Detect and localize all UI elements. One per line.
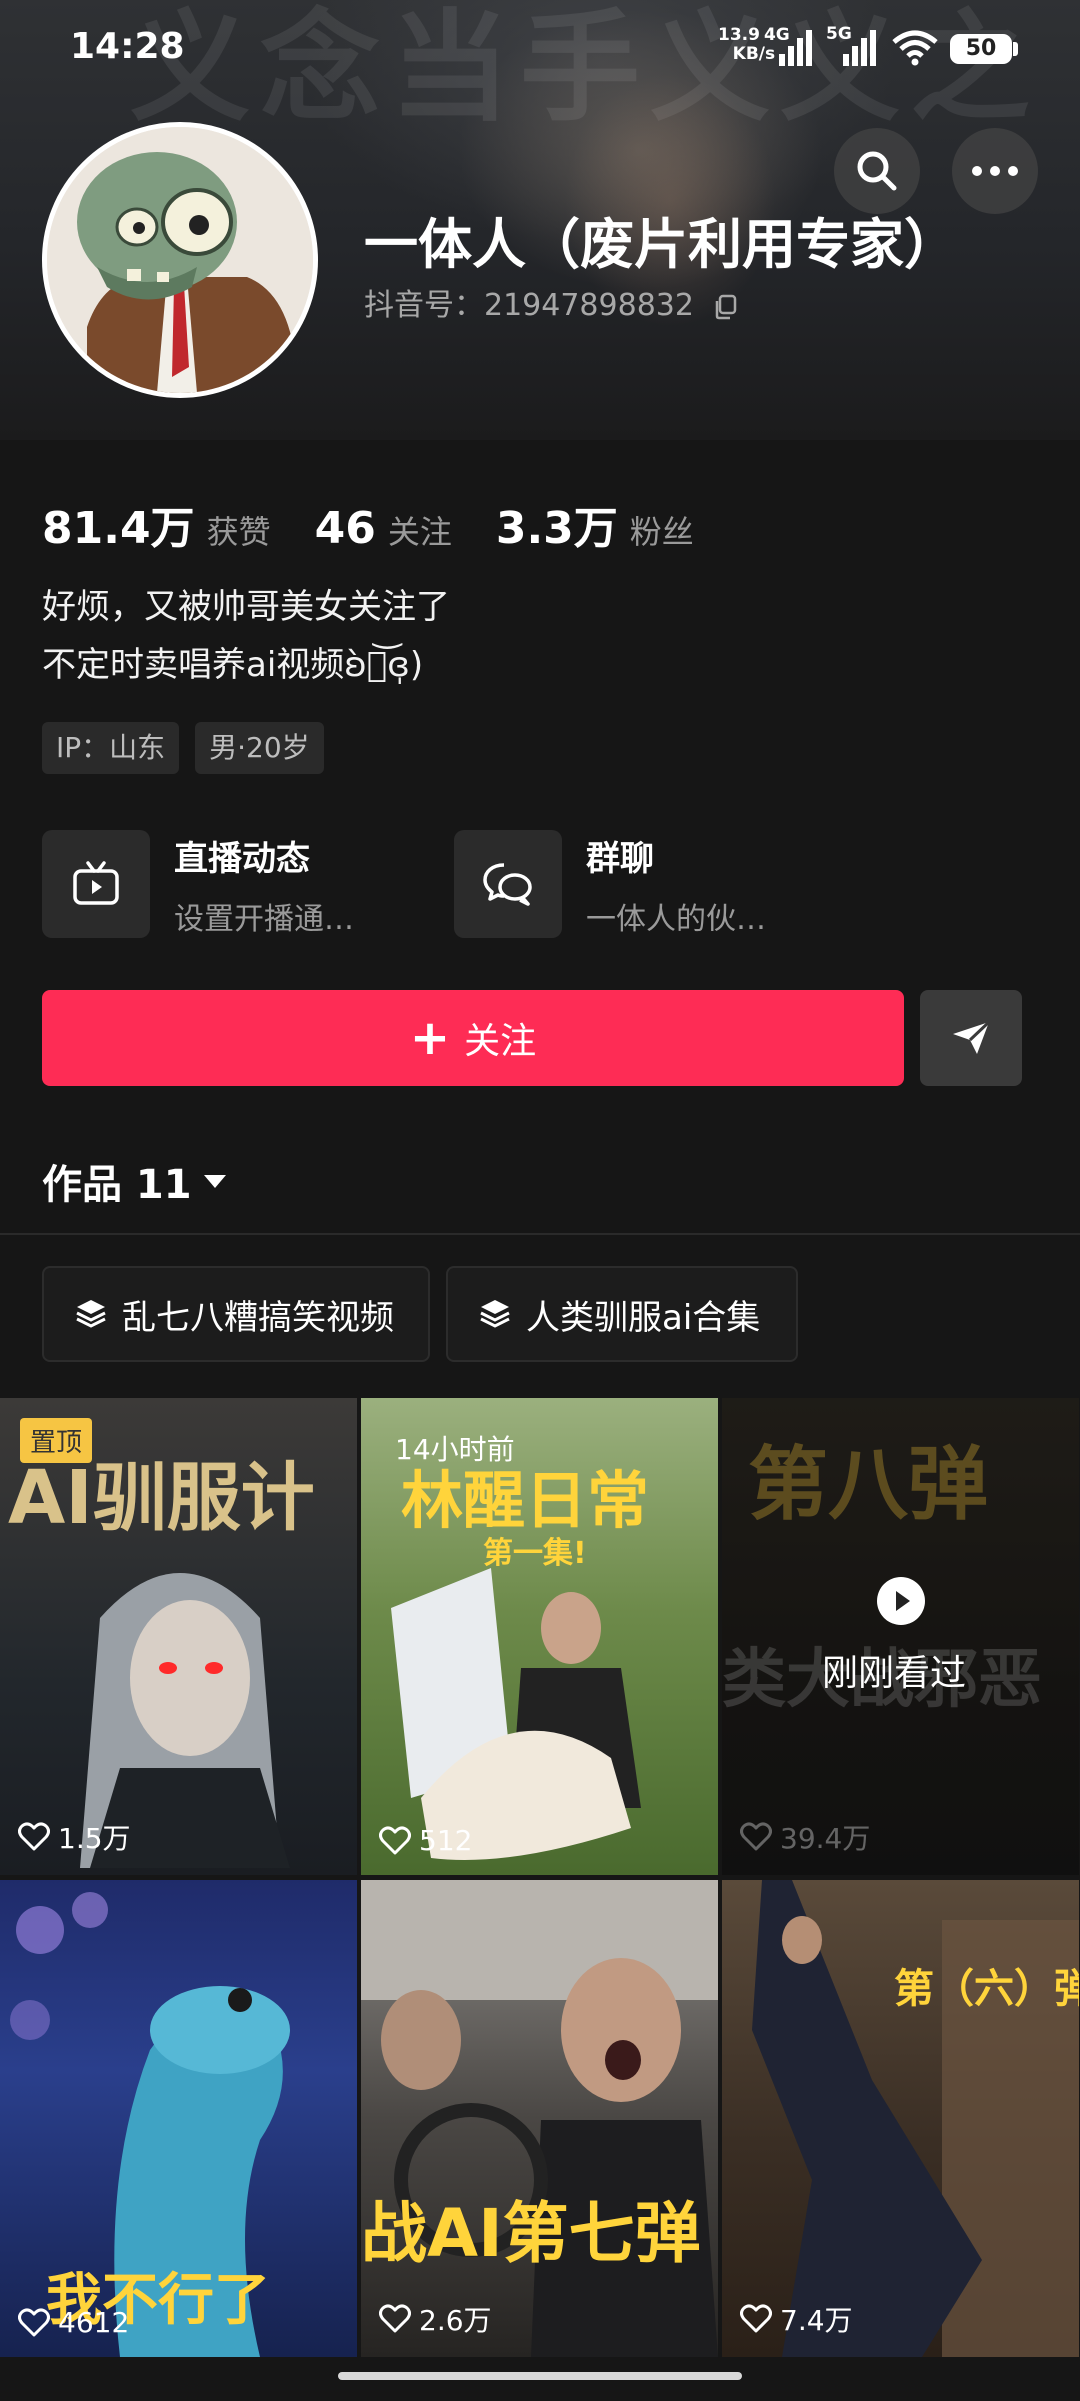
- more-icon: [972, 166, 1018, 176]
- chevron-down-icon: [203, 1175, 226, 1188]
- group-chat-title: 群聊: [586, 838, 654, 879]
- following-count[interactable]: 46: [315, 503, 376, 554]
- net-speed-value: 13.9: [718, 25, 760, 45]
- nickname: 一体人（废片利用专家）: [364, 213, 958, 276]
- signal-icon-2: [843, 30, 876, 66]
- battery-tip: [1013, 42, 1018, 56]
- bio: 好烦，又被帅哥美女关注了 不定时卖唱养ai视频ʚ̀ꈊ͝ɞ̩): [42, 578, 450, 694]
- battery-indicator: 50: [950, 34, 1012, 64]
- video-thumbnail[interactable]: 14小时前 林醒日常 第一集! 512: [361, 1398, 718, 1875]
- collection-funny-videos[interactable]: 乱七八糟搞笑视频: [42, 1266, 430, 1362]
- video-likes: 1.5万: [18, 1817, 131, 1857]
- video-likes-count: 2.6万: [419, 2304, 492, 2337]
- heart-icon: [18, 2307, 50, 2336]
- search-icon: [857, 151, 897, 191]
- collection-label: 乱七八糟搞笑视频: [122, 1297, 394, 1338]
- video-likes: 512: [379, 1824, 472, 1857]
- gesture-nav-handle[interactable]: [338, 2372, 742, 2380]
- signal-icon: [779, 30, 812, 66]
- video-overlay-title: 林醒日常: [401, 1464, 650, 1537]
- video-likes-count: 512: [419, 1824, 473, 1857]
- copy-icon[interactable]: [712, 294, 738, 320]
- group-chat-card[interactable]: 群聊 一体人的伙…: [454, 830, 766, 938]
- live-updates-card[interactable]: 直播动态 设置开播通…: [42, 830, 354, 938]
- video-figure: [752, 1880, 1079, 2357]
- video-thumbnail[interactable]: 第八弹 类大战邪恶 刚刚看过 39.4万: [722, 1398, 1079, 1875]
- douyin-id-text: 抖音号：21947898832: [364, 288, 694, 323]
- followers-label[interactable]: 粉丝: [630, 507, 694, 553]
- likes-count: 81.4万: [42, 503, 195, 554]
- status-time: 14:28: [70, 26, 185, 67]
- recently-watched-label: 刚刚看过: [822, 1653, 967, 1694]
- profile-tags: IP：山东 男·20岁: [42, 722, 324, 774]
- video-overlay-title: 战AI第七弹: [361, 2195, 701, 2272]
- video-figure: [361, 1880, 718, 2357]
- video-likes: 7.4万: [740, 2299, 853, 2339]
- follow-button[interactable]: + 关注: [42, 990, 904, 1086]
- avatar[interactable]: [42, 122, 318, 398]
- video-likes: 4612: [18, 2306, 129, 2339]
- live-tv-icon: [73, 861, 119, 905]
- share-icon: [953, 1020, 991, 1054]
- video-likes-count: 1.5万: [58, 1822, 131, 1855]
- video-overlay-title: 第（六）弹: [894, 1966, 1079, 2012]
- heart-icon: [740, 2304, 772, 2333]
- follow-label: 关注: [464, 1021, 537, 1062]
- followers-count[interactable]: 3.3万: [496, 492, 618, 556]
- profile-stats: 81.4万 获赞 46 关注 3.3万 粉丝: [42, 492, 738, 556]
- live-tv-icon-box: [42, 830, 150, 938]
- plus-icon: +: [409, 1010, 451, 1066]
- video-likes-count: 7.4万: [780, 2304, 853, 2337]
- works-tab[interactable]: 作品 11: [42, 1152, 228, 1210]
- bio-line-2: 不定时卖唱养ai视频ʚ̀ꈊ͝ɞ̩): [42, 645, 424, 685]
- layers-icon: [76, 1300, 106, 1328]
- video-thumbnail[interactable]: 第（六）弹 7.4万: [722, 1880, 1079, 2357]
- share-button[interactable]: [920, 990, 1022, 1086]
- heart-icon: [379, 1825, 411, 1854]
- divider: [0, 1233, 1080, 1235]
- video-likes-count: 4612: [58, 2306, 130, 2339]
- watched-dim: [722, 1398, 1079, 1875]
- live-updates-title: 直播动态: [174, 838, 310, 879]
- layers-icon: [480, 1300, 510, 1328]
- group-chat-icon: [483, 863, 532, 906]
- video-thumbnail[interactable]: 我不行了 4612: [0, 1880, 357, 2357]
- play-icon: [877, 1577, 925, 1625]
- status-bar: 14:28 13.9 4G KB/s 5G 50: [0, 0, 1080, 100]
- group-chat-icon-box: [454, 830, 562, 938]
- heart-icon: [379, 2304, 411, 2333]
- pinned-badge: 置顶: [20, 1418, 93, 1463]
- bio-line-1: 好烦，又被帅哥美女关注了: [42, 587, 450, 627]
- video-thumbnail[interactable]: AI驯服计 置顶 1.5万: [0, 1398, 357, 1875]
- video-overlay-subtitle: 第一集!: [483, 1536, 587, 1571]
- video-likes-count: 39.4万: [780, 1822, 871, 1855]
- heart-icon: [740, 1822, 772, 1851]
- group-chat-subtitle: 一体人的伙…: [586, 901, 766, 937]
- following-label[interactable]: 关注: [388, 507, 452, 553]
- collection-label: 人类驯服ai合集: [526, 1297, 761, 1338]
- ip-tag: IP：山东: [42, 722, 180, 774]
- wifi-icon: [892, 30, 938, 66]
- more-button[interactable]: [952, 128, 1038, 214]
- zombie-avatar-image: [47, 127, 313, 393]
- video-likes: 39.4万: [740, 1817, 870, 1857]
- gender-age-tag: 男·20岁: [195, 722, 324, 774]
- live-updates-subtitle: 设置开播通…: [174, 901, 354, 937]
- heart-icon: [18, 1822, 50, 1851]
- collection-ai-taming[interactable]: 人类驯服ai合集: [446, 1266, 798, 1362]
- works-label: 作品 11: [42, 1162, 192, 1208]
- video-thumbnail[interactable]: 战AI第七弹 2.6万: [361, 1880, 718, 2357]
- video-likes: 2.6万: [379, 2299, 492, 2339]
- likes-label: 获赞: [206, 513, 271, 551]
- douyin-id[interactable]: 抖音号：21947898832: [364, 280, 738, 324]
